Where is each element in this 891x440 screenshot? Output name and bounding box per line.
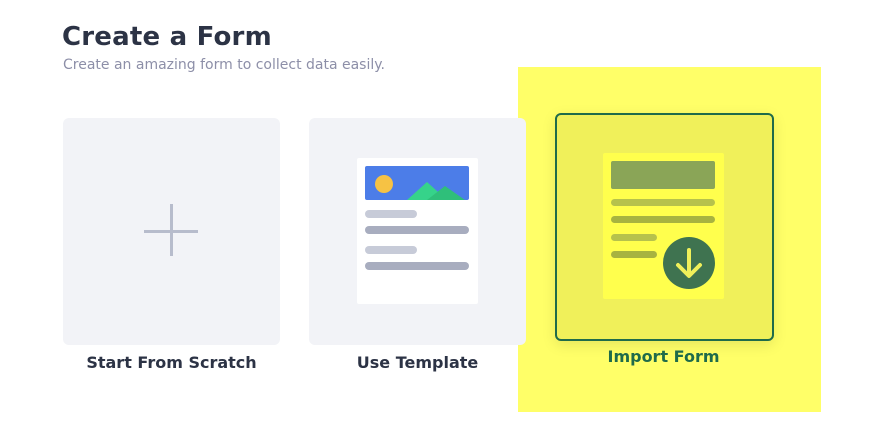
download-arrow-icon: [663, 237, 715, 289]
import-form-card[interactable]: [555, 113, 774, 341]
start-from-scratch-label[interactable]: Start From Scratch: [63, 353, 280, 372]
image-placeholder-icon: [365, 166, 469, 200]
start-from-scratch-card[interactable]: [63, 118, 280, 345]
page-title: Create a Form: [62, 22, 272, 52]
template-document-icon: [357, 158, 478, 304]
page-subtitle: Create an amazing form to collect data e…: [63, 57, 385, 73]
import-document-icon: [603, 153, 724, 299]
import-form-label[interactable]: Import Form: [555, 347, 772, 366]
plus-icon: [144, 204, 200, 260]
use-template-label[interactable]: Use Template: [309, 353, 526, 372]
use-template-card[interactable]: [309, 118, 526, 345]
